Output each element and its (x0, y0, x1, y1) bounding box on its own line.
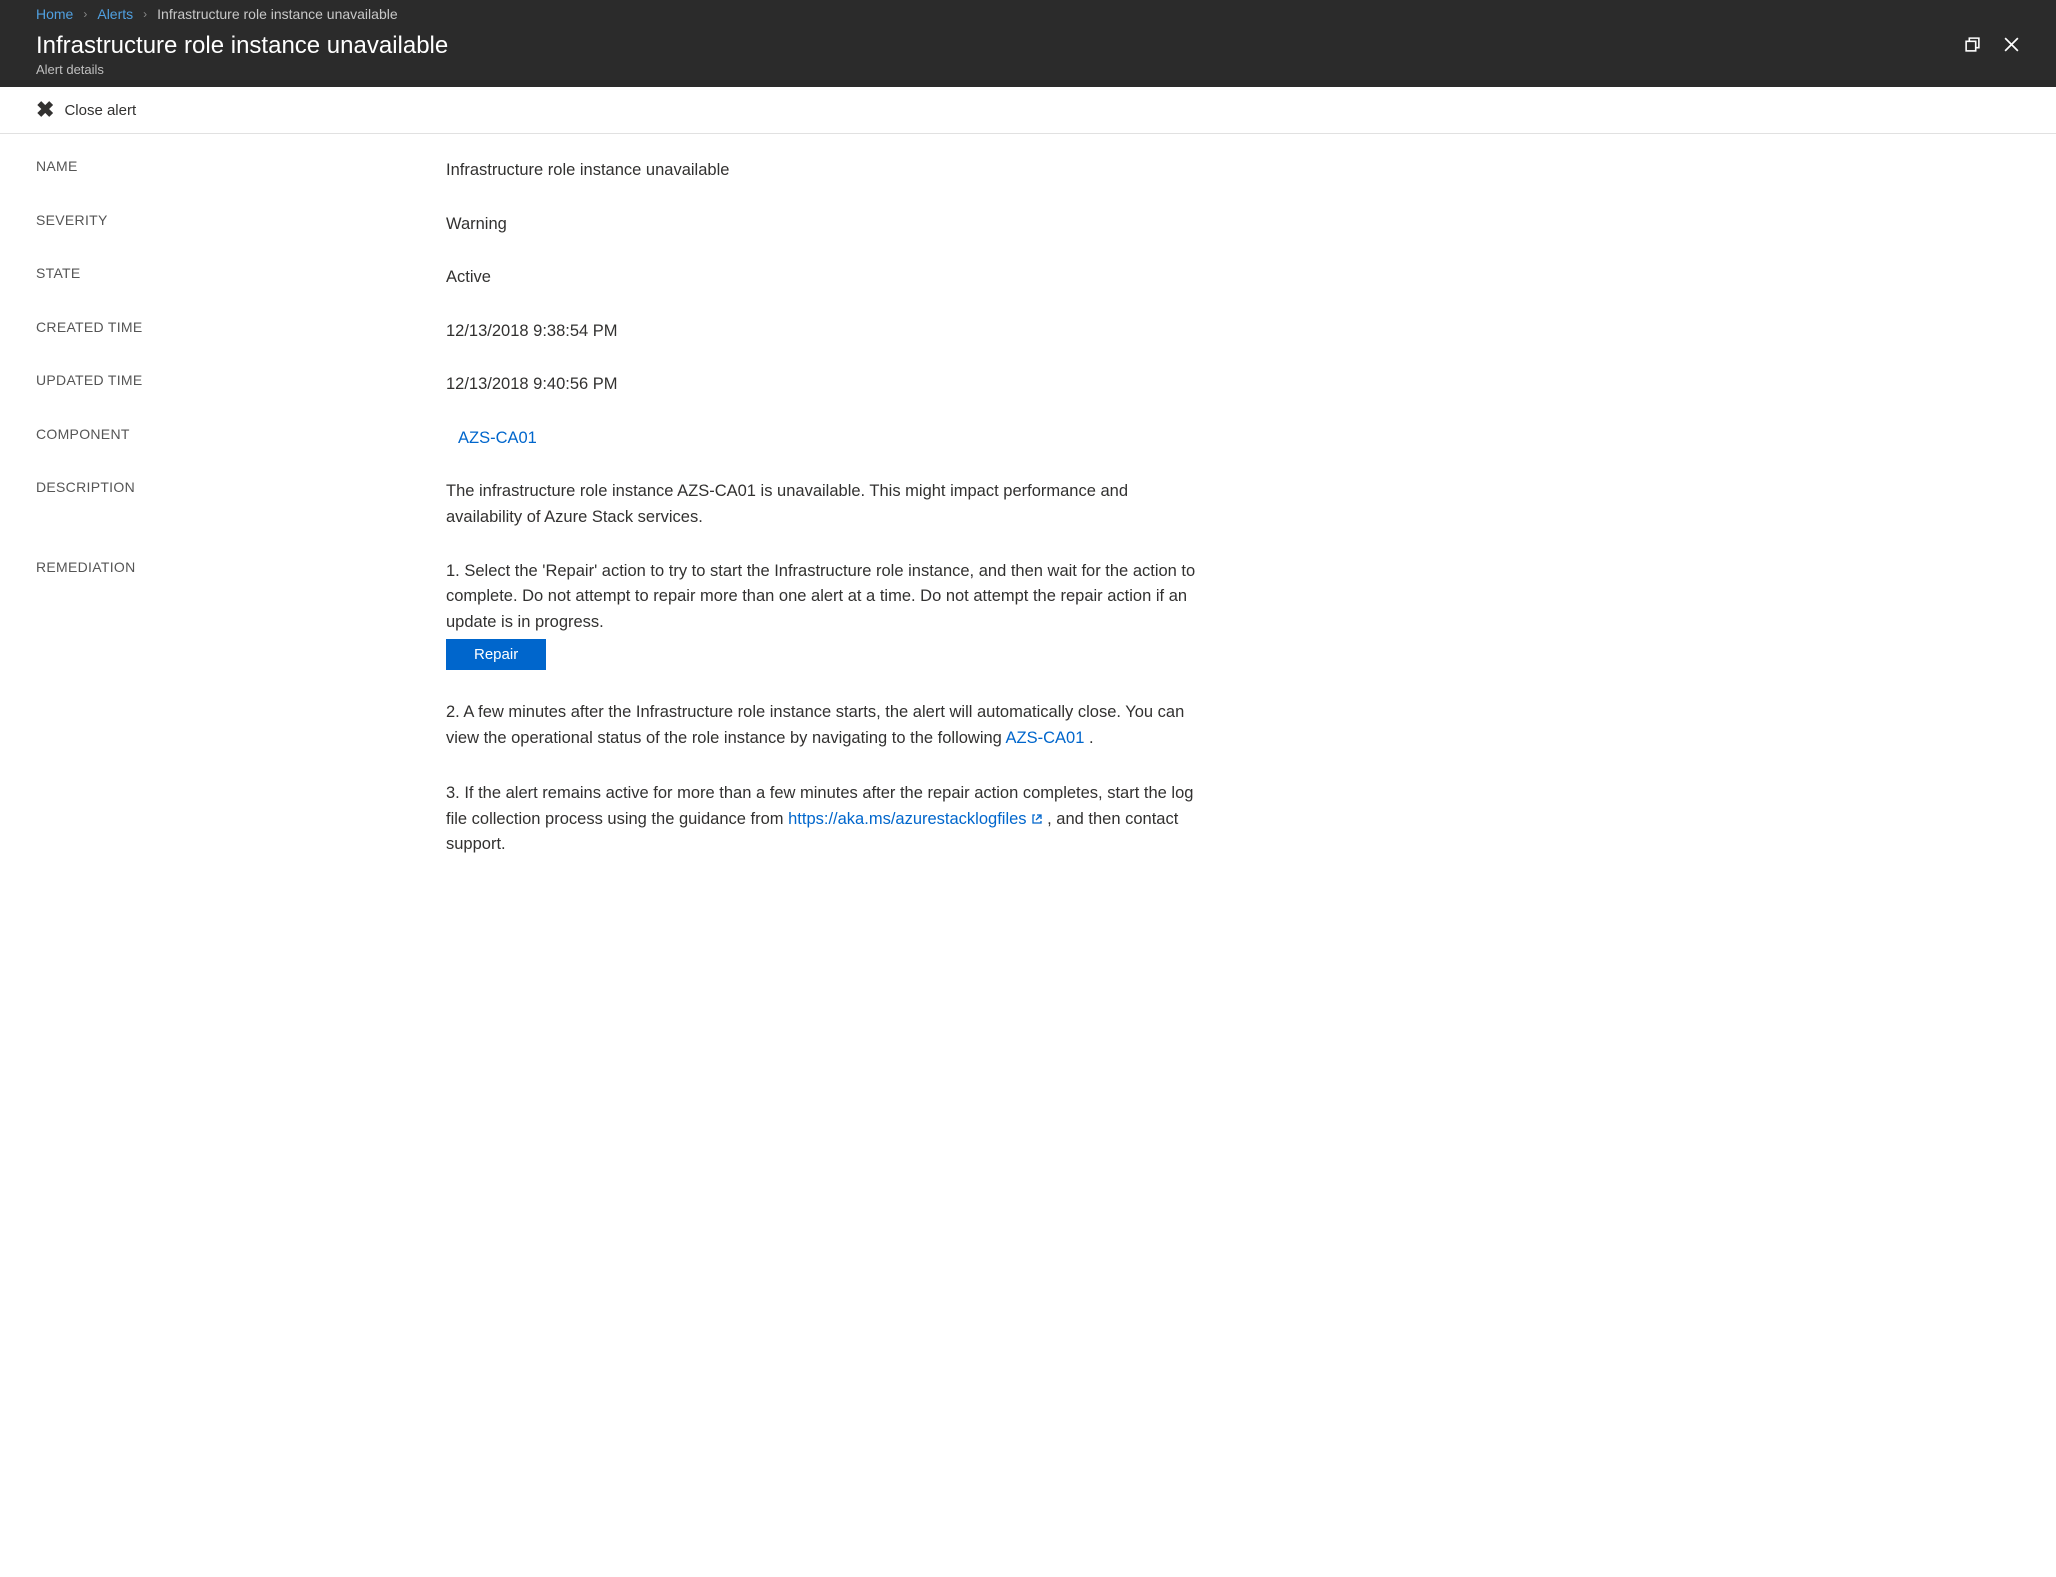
label-name: NAME (36, 158, 446, 174)
value-state: Active (446, 265, 1204, 291)
close-alert-button[interactable]: ✖ Close alert (36, 97, 136, 123)
value-name: Infrastructure role instance unavailable (446, 158, 1204, 184)
page-subtitle: Alert details (36, 62, 1964, 77)
remediation-step2-link[interactable]: AZS-CA01 (1006, 729, 1085, 747)
label-component: COMPONENT (36, 426, 446, 442)
x-icon: ✖ (36, 97, 54, 123)
value-remediation: 1. Select the 'Repair' action to try to … (446, 559, 1204, 889)
label-state: STATE (36, 265, 446, 281)
remediation-step2b: . (1084, 729, 1093, 747)
value-created: 12/13/2018 9:38:54 PM (446, 319, 1204, 345)
restore-icon[interactable] (1964, 36, 1981, 57)
value-updated: 12/13/2018 9:40:56 PM (446, 372, 1204, 398)
breadcrumb-alerts[interactable]: Alerts (97, 6, 133, 22)
label-description: DESCRIPTION (36, 479, 446, 495)
page-title: Infrastructure role instance unavailable (36, 32, 1964, 60)
value-severity: Warning (446, 212, 1204, 238)
chevron-right-icon: › (83, 7, 87, 21)
label-remediation: REMEDIATION (36, 559, 446, 575)
close-icon[interactable] (2003, 36, 2020, 57)
value-component: AZS-CA01 (446, 426, 1204, 452)
remediation-step1: 1. Select the 'Repair' action to try to … (446, 562, 1195, 631)
alert-details: NAME Infrastructure role instance unavai… (0, 134, 1240, 966)
close-alert-label: Close alert (64, 102, 136, 119)
label-severity: SEVERITY (36, 212, 446, 228)
remediation-step3-link[interactable]: https://aka.ms/azurestacklogfiles (788, 810, 1026, 828)
label-updated: UPDATED TIME (36, 372, 446, 388)
repair-button[interactable]: Repair (446, 639, 546, 670)
breadcrumb-home[interactable]: Home (36, 6, 73, 22)
chevron-right-icon: › (143, 7, 147, 21)
breadcrumb: Home › Alerts › Infrastructure role inst… (0, 0, 2056, 28)
value-description: The infrastructure role instance AZS-CA0… (446, 479, 1204, 530)
label-created: CREATED TIME (36, 319, 446, 335)
breadcrumb-current: Infrastructure role instance unavailable (157, 6, 397, 22)
component-link[interactable]: AZS-CA01 (446, 429, 537, 447)
external-link-icon (1031, 808, 1043, 820)
